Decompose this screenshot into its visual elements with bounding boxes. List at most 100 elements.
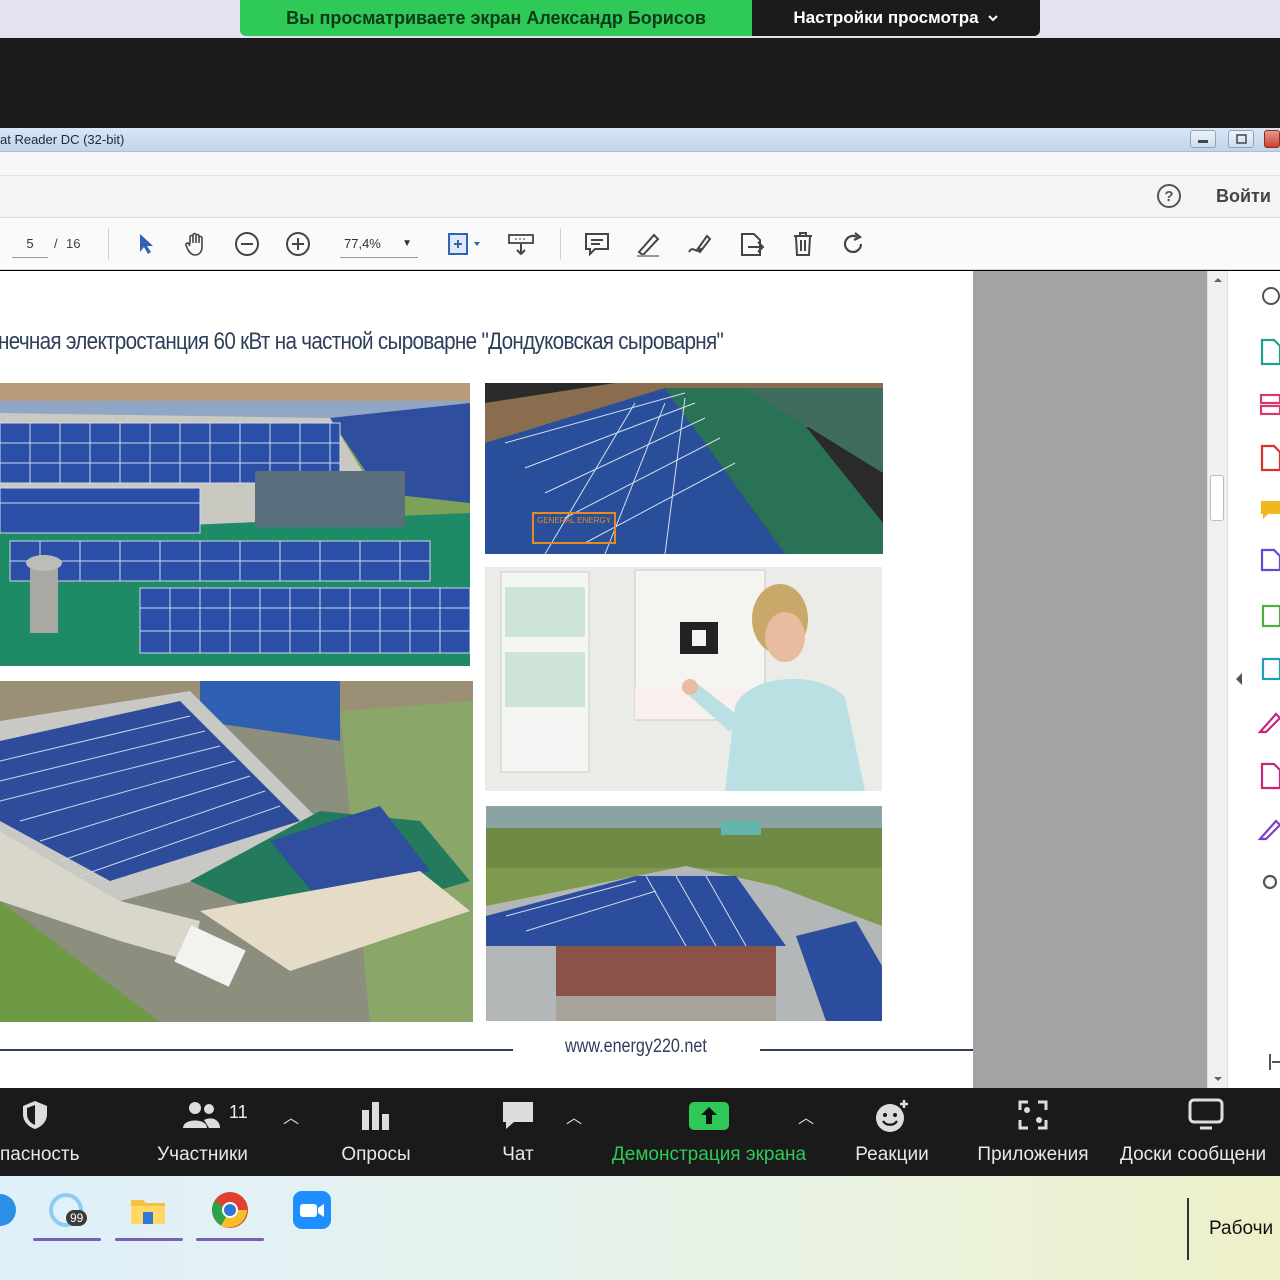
page-separator: / (54, 236, 58, 251)
taskbar-divider (1187, 1198, 1189, 1260)
vertical-scrollbar[interactable] (1207, 271, 1227, 1088)
shield-icon (23, 1101, 47, 1129)
expand-pane-icon[interactable] (1258, 1048, 1280, 1076)
participants-button[interactable]: 11 Участники (140, 1088, 265, 1176)
rotate-button[interactable] (838, 229, 868, 259)
whiteboards-button[interactable]: Доски сообщени (1118, 1088, 1280, 1176)
reactions-button[interactable]: Реакции (850, 1088, 934, 1176)
taskbar-app-clock[interactable]: 99 (46, 1190, 88, 1230)
screen-share-banner: Вы просматриваете экран Александр Борисо… (240, 0, 752, 36)
highlight-button[interactable] (633, 229, 663, 259)
minimize-button[interactable] (1190, 130, 1216, 148)
photo-rooftop-panels (0, 383, 470, 666)
polls-label: Опросы (341, 1144, 411, 1165)
inverter-room-image (485, 567, 882, 791)
aerial-village-image (486, 806, 882, 1021)
hand-tool-button[interactable] (181, 229, 211, 259)
trash-icon (794, 232, 812, 256)
signature-pen-icon (688, 234, 712, 254)
document-title: нечная электростанция 60 кВт на частной … (0, 328, 724, 355)
compress-pdf-icon[interactable] (1258, 602, 1280, 630)
select-tool-button[interactable] (130, 229, 160, 259)
sign-button[interactable] (684, 229, 714, 259)
restore-icon (1236, 134, 1247, 144)
footer-rule-right (760, 1049, 973, 1051)
login-button[interactable]: Войти (1216, 186, 1271, 207)
shared-screen-margin (0, 38, 1280, 128)
zoom-level-value: 77,4% (344, 236, 381, 251)
certificates-icon[interactable] (1258, 815, 1280, 843)
photo-roof-closeup: GENERAL ENERGY (485, 383, 883, 554)
taskbar-active-indicator (115, 1238, 183, 1241)
share-caret-icon[interactable]: ︿ (798, 1104, 814, 1128)
share-screen-label: Демонстрация экрана (611, 1144, 807, 1165)
zoom-out-button[interactable] (232, 229, 262, 259)
photo-inverter-room (485, 567, 882, 791)
organize-pages-icon[interactable] (1258, 390, 1280, 418)
help-icon[interactable]: ? (1157, 184, 1181, 208)
window-title: at Reader DC (32-bit) (0, 132, 125, 147)
zoom-in-button[interactable] (283, 229, 313, 259)
export-pdf-icon[interactable] (1258, 338, 1280, 366)
zoom-out-icon (235, 232, 259, 256)
chat-caret-icon[interactable]: ︿ (566, 1104, 582, 1128)
apps-icon (1018, 1100, 1048, 1130)
zoom-app-icon[interactable] (292, 1190, 332, 1230)
document-background (973, 271, 1207, 1088)
send-for-signature-icon[interactable] (1258, 762, 1280, 790)
scroll-up-arrow-icon (1214, 278, 1222, 282)
pen-icon (637, 233, 660, 257)
fill-sign-icon[interactable] (1258, 708, 1280, 736)
whiteboards-label: Доски сообщени (1120, 1144, 1267, 1165)
page-number-input[interactable]: 5 (12, 232, 48, 258)
scroll-mode-button[interactable] (506, 229, 536, 259)
delete-button[interactable] (788, 229, 818, 259)
cursor-arrow-icon (140, 234, 153, 254)
taskbar-active-indicator (33, 1238, 101, 1241)
zoom-in-icon (286, 232, 310, 256)
rotate-icon (843, 232, 863, 253)
security-label: пасность (0, 1144, 80, 1165)
acrobat-header (0, 176, 1280, 218)
edit-pdf-icon[interactable] (1258, 655, 1280, 683)
comment-button[interactable] (582, 229, 612, 259)
view-settings-button[interactable]: Настройки просмотра (752, 0, 1040, 36)
participants-count: 11 (229, 1102, 248, 1122)
chat-button[interactable]: Чат (485, 1088, 551, 1176)
more-tools-icon[interactable] (1258, 868, 1280, 896)
chat-bubble-icon (503, 1102, 533, 1129)
share-file-button[interactable] (736, 229, 766, 259)
taskbar-active-indicator (196, 1238, 264, 1241)
chrome-icon[interactable] (210, 1190, 250, 1230)
fit-page-button[interactable] (442, 229, 486, 259)
search-tool-icon[interactable] (1258, 284, 1280, 312)
footer-url: www.energy220.net (565, 1036, 707, 1057)
apps-button[interactable]: Приложения (970, 1088, 1096, 1176)
share-screen-icon (689, 1102, 729, 1130)
combine-files-icon[interactable] (1258, 548, 1280, 576)
whiteboard-icon (1188, 1098, 1224, 1130)
maximize-button[interactable] (1228, 130, 1254, 148)
collapse-pane-icon[interactable] (1232, 669, 1246, 689)
page-total: 16 (66, 236, 81, 251)
desktop-toolbar-label[interactable]: Рабочи (1209, 1218, 1273, 1240)
polls-button[interactable]: Опросы (330, 1088, 422, 1176)
view-settings-label: Настройки просмотра (793, 8, 979, 27)
close-button[interactable] (1264, 130, 1280, 148)
file-explorer-icon[interactable] (128, 1190, 168, 1230)
participants-label: Участники (157, 1144, 248, 1165)
scroll-icon (508, 234, 534, 256)
share-screen-button[interactable]: Демонстрация экрана (600, 1088, 818, 1176)
chat-label: Чат (502, 1144, 534, 1165)
participants-caret-icon[interactable]: ︿ (283, 1104, 299, 1128)
comment-icon (585, 233, 609, 257)
aerial-factory-image (0, 681, 473, 1022)
bar-chart-icon (362, 1102, 389, 1130)
scrollbar-thumb[interactable] (1210, 475, 1224, 521)
taskbar-app-partial-icon[interactable] (0, 1190, 20, 1230)
hand-icon (185, 232, 203, 256)
zoom-level-dropdown[interactable]: 77,4% ▼ (340, 232, 418, 258)
create-pdf-icon[interactable] (1258, 444, 1280, 472)
security-button[interactable]: пасность (0, 1088, 80, 1176)
comment-tool-icon[interactable] (1258, 496, 1280, 524)
